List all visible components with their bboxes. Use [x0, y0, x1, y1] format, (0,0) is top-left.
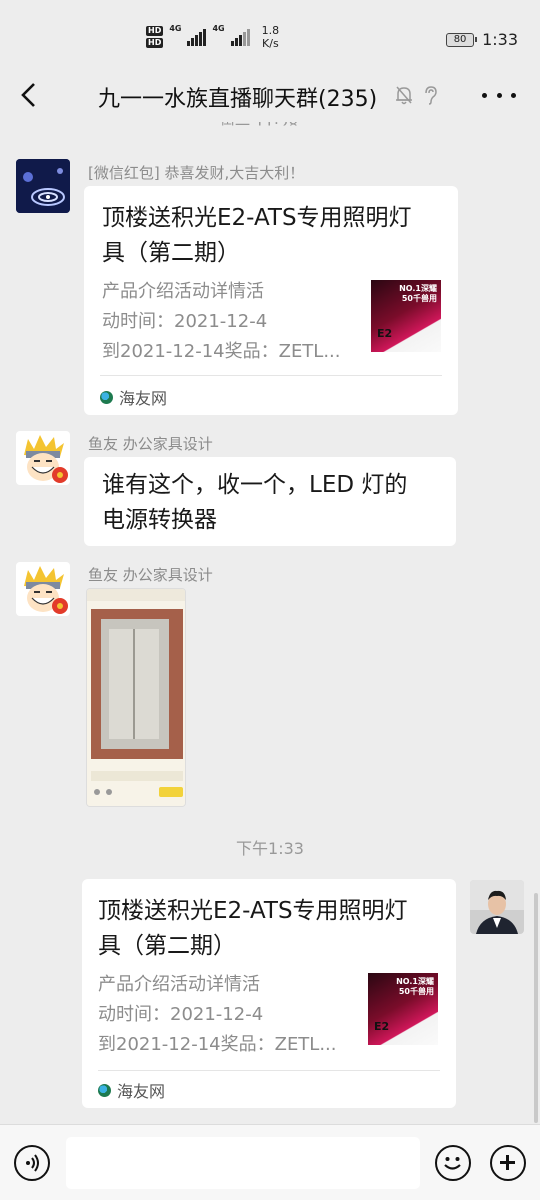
text-bubble[interactable]: 谁有这个，收一个，LED 灯的 电源转换器 — [84, 457, 456, 546]
card-title-line1: 顶楼送积光E2-ATS专用照明灯 — [98, 898, 408, 924]
thumb-text-2: 50千兽用 — [398, 987, 434, 996]
network-type-2: 4G — [212, 24, 225, 33]
bell-off-icon — [396, 86, 412, 105]
avatar[interactable] — [16, 562, 70, 616]
link-card[interactable]: 顶楼送积光E2-ATS专用照明灯 具（第二期） 产品介绍活动详情活 动时间：20… — [84, 186, 458, 415]
card-thumbnail: NO.1深耀 50千兽用 E2 — [368, 973, 438, 1045]
avatar-image — [16, 431, 70, 485]
card-divider — [98, 1070, 440, 1071]
card-divider — [100, 375, 442, 376]
timestamp-partial: 周一 11:28 — [220, 122, 298, 134]
card-source: 海友网 — [98, 1078, 165, 1102]
input-bar — [0, 1124, 540, 1200]
card-title-line2: 具（第二期） — [102, 240, 240, 266]
voice-icon — [26, 1154, 39, 1172]
sender-name: [微信红包] 恭喜发财,大吉大利！ — [88, 164, 305, 182]
ear-icon — [425, 86, 437, 105]
avatar-image — [16, 562, 70, 616]
emoji-icon — [444, 1157, 461, 1170]
card-source: 海友网 — [100, 385, 167, 409]
signal-icon-2 — [230, 28, 250, 46]
scrollbar[interactable] — [534, 893, 538, 1123]
timestamp: 下午1:33 — [236, 839, 304, 858]
chevron-left-icon — [21, 83, 35, 107]
card-desc-line2: 动时间：2021-12-4 — [98, 1004, 264, 1025]
emoji-button[interactable] — [435, 1145, 471, 1181]
battery-icon: 80 — [446, 32, 478, 47]
card-desc-line1: 产品介绍活动详情活 — [102, 281, 264, 302]
avatar-image — [470, 880, 524, 934]
card-thumbnail: NO.1深耀 50千兽用 E2 — [371, 280, 441, 352]
hd-badge-bottom: HD — [146, 38, 164, 48]
card-desc-line2: 动时间：2021-12-4 — [102, 311, 268, 332]
card-desc-line1: 产品介绍活动详情活 — [98, 974, 260, 995]
source-name: 海友网 — [117, 1082, 166, 1101]
avatar-image — [16, 159, 70, 213]
back-button[interactable] — [14, 78, 44, 112]
signal-icon — [187, 28, 207, 46]
avatar[interactable] — [16, 431, 70, 485]
status-right: 80 1:33 — [446, 30, 518, 49]
image-message[interactable] — [86, 588, 186, 807]
source-logo-icon — [100, 390, 113, 404]
thumb-text: NO.1深耀 50千兽用 — [399, 284, 437, 304]
chat-title: 九一一水族直播聊天群(235) — [98, 87, 378, 112]
thumb-text: NO.1深耀 50千兽用 — [396, 977, 434, 997]
voice-button[interactable] — [14, 1145, 50, 1181]
self-avatar[interactable] — [470, 880, 524, 934]
chat-messages[interactable]: 周一 11:28 [微信红包] 恭喜发财,大吉大利！ 顶楼送积光E2-ATS专用… — [0, 122, 540, 1124]
thumb-text-1: NO.1深耀 — [396, 977, 434, 986]
card-title-line1: 顶楼送积光E2-ATS专用照明灯 — [102, 205, 412, 231]
photo-content — [87, 589, 185, 806]
chat-header: 九一一水族直播聊天群(235) — [0, 68, 540, 122]
sender-name: 鱼友 办公家具设计 — [88, 435, 213, 453]
more-dot-2 — [496, 92, 502, 98]
message-input[interactable] — [66, 1137, 420, 1189]
clock: 1:33 — [482, 30, 518, 49]
message-text-line2: 电源转换器 — [102, 507, 217, 533]
more-dots-icon — [482, 92, 487, 98]
card-title-line2: 具（第二期） — [98, 933, 236, 959]
speed-value: 1.8 — [261, 24, 280, 37]
network-speed: 1.8 K/s — [262, 24, 280, 50]
hd-badges: HD HD — [146, 26, 164, 48]
thumb-text-2: 50千兽用 — [401, 294, 437, 303]
source-name: 海友网 — [119, 389, 168, 408]
card-desc-line3: 到2021-12-14奖品：ZETL... — [102, 341, 341, 362]
link-card[interactable]: 顶楼送积光E2-ATS专用照明灯 具（第二期） 产品介绍活动详情活 动时间：20… — [82, 879, 456, 1108]
thumb-brand: E2 — [374, 1020, 390, 1033]
thumb-text-1: NO.1深耀 — [399, 284, 437, 293]
card-desc-line3: 到2021-12-14奖品：ZETL... — [98, 1034, 337, 1055]
message-text-line1: 谁有这个，收一个，LED 灯的 — [102, 472, 408, 498]
more-functions-button[interactable] — [490, 1145, 526, 1181]
avatar[interactable] — [16, 159, 70, 213]
status-bar: HD HD 4G 4G 1.8 K/s 80 1:33 — [0, 0, 540, 68]
network-status: HD HD 4G 4G 1.8 K/s — [146, 24, 279, 50]
speed-unit: K/s — [262, 37, 279, 50]
source-logo-icon — [98, 1083, 111, 1097]
network-type-1: 4G — [169, 24, 182, 33]
sender-name: 鱼友 办公家具设计 — [88, 566, 213, 584]
more-dot-3 — [511, 92, 516, 98]
hd-badge-top: HD — [146, 26, 164, 36]
thumb-brand: E2 — [377, 327, 393, 340]
more-options-button[interactable] — [482, 82, 516, 108]
